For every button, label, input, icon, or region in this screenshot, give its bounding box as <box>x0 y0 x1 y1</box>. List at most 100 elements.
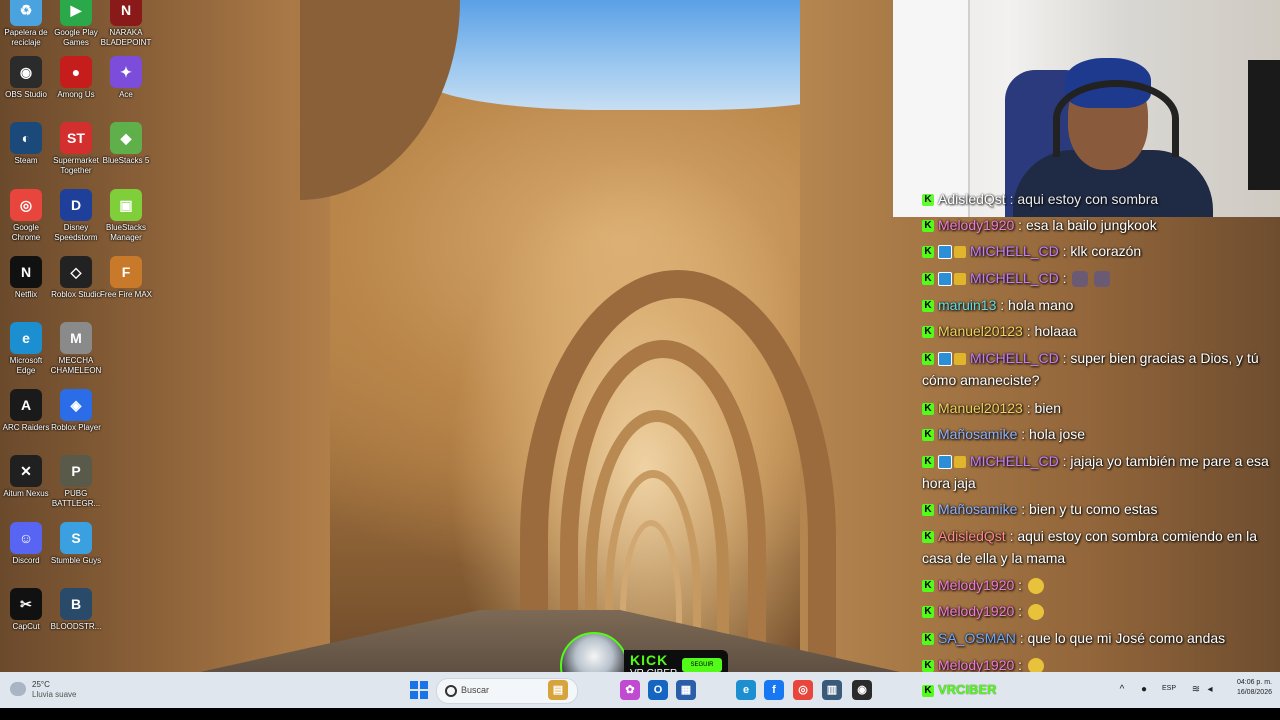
desktop-icon-recycle-bin[interactable]: ♻ Papelera de reciclaje <box>0 0 52 48</box>
chat-username: Melody1920 <box>938 217 1015 233</box>
microphone-icon[interactable]: ● <box>1138 684 1150 696</box>
clock[interactable]: 04:06 p. m. 16/08/2026 <box>1228 678 1272 698</box>
among-us-icon: ● <box>60 56 92 88</box>
desktop-icon-pubg[interactable]: P PUBG BATTLEGR... <box>50 455 102 509</box>
chat-text: : esa la bailo jungkook <box>1014 217 1157 233</box>
desktop-icon-edge[interactable]: e Microsoft Edge <box>0 322 52 376</box>
desktop-icon-google-play-games[interactable]: ▶ Google Play Games <box>50 0 102 48</box>
ace-icon: ✦ <box>110 56 142 88</box>
desktop-icon-stumble-guys[interactable]: S Stumble Guys <box>50 522 102 566</box>
desktop-icon-label: Netflix <box>14 290 38 299</box>
chat-message: K Manuel20123 : bien <box>922 397 1278 419</box>
desktop-icon-roblox-player[interactable]: ◈ Roblox Player <box>50 389 102 433</box>
chat-message: K Mañosamike : hola jose <box>922 423 1278 445</box>
chat-username: Manuel20123 <box>938 400 1023 416</box>
desktop-icon-bluestacks-manager[interactable]: ▣ BlueStacks Manager <box>100 189 152 243</box>
emoji-emote-icon <box>1028 658 1045 672</box>
desktop-icon-naraka[interactable]: N NARAKA BLADEPOINT <box>100 0 152 48</box>
chat-message: K Mañosamike : bien y tu como estas <box>922 498 1278 520</box>
taskbar-facebook-icon[interactable]: f <box>764 680 784 700</box>
kick-badge-icon: K <box>922 684 934 697</box>
language-indicator[interactable]: ESP <box>1162 685 1176 692</box>
chat-username: Melody1920 <box>938 603 1015 619</box>
desktop-icon-free-fire-max[interactable]: F Free Fire MAX <box>100 256 152 300</box>
webcam-headset <box>1053 80 1179 157</box>
taskbar-files-app-icon[interactable]: ▤ <box>548 680 568 700</box>
screen-bottom-bar <box>0 708 1280 720</box>
desktop-icon-arc-raiders[interactable]: A ARC Raiders <box>0 389 52 433</box>
chevron-up-icon[interactable]: ^ <box>1116 684 1128 696</box>
desktop-icon-ace[interactable]: ✦ Ace <box>100 56 152 100</box>
crown-badge-icon <box>954 246 966 259</box>
moderator-badge-icon <box>938 272 952 287</box>
desktop-icon-meccha-chameleon[interactable]: M MECCHA CHAMELEON <box>50 322 102 376</box>
desktop-icon-chrome[interactable]: ◎ Google Chrome <box>0 189 52 243</box>
aitum-nexus-icon: ✕ <box>10 455 42 487</box>
kick-badge-icon: K <box>922 273 934 286</box>
chat-message: K AdisledQst : aqui estoy con sombra comi… <box>922 525 1278 569</box>
desktop-icon-label: ARC Raiders <box>2 423 50 432</box>
desktop-icon-capcut[interactable]: ✂ CapCut <box>0 588 52 632</box>
taskbar-outlook-icon[interactable]: O <box>648 680 668 700</box>
kick-badge-icon: K <box>922 660 934 672</box>
chat-message: K Melody1920 : <box>922 600 1278 622</box>
kick-badge-icon: K <box>922 633 934 646</box>
arc-raiders-icon: A <box>10 389 42 421</box>
taskbar-store-icon[interactable]: ▦ <box>676 680 696 700</box>
windows-logo-icon <box>410 691 418 699</box>
chat-text: : que lo que mi José como andas <box>1015 630 1226 646</box>
chat-username: Mañosamike <box>938 426 1018 442</box>
wifi-icon[interactable]: ≋ <box>1190 684 1202 696</box>
pubg-icon: P <box>60 455 92 487</box>
taskbar-notepad-icon[interactable]: ▥ <box>822 680 842 700</box>
chat-message: K Manuel20123 : holaaa <box>922 320 1278 342</box>
chat-username: MICHELL_CD <box>970 453 1059 469</box>
desktop-icon-label: Among Us <box>57 90 95 99</box>
edge-icon: e <box>10 322 42 354</box>
desktop-icon-aitum-nexus[interactable]: ✕ Aitum Nexus <box>0 455 52 499</box>
desktop-icon-obs[interactable]: ◉ OBS Studio <box>0 56 52 100</box>
webcam-door <box>893 0 970 217</box>
supermarket-together-icon: ST <box>60 122 92 154</box>
kick-follow-button: SEGUIR <box>682 658 722 672</box>
chat-message: K Melody1920 : <box>922 654 1278 672</box>
desktop-icon-label: Roblox Player <box>51 423 101 432</box>
desktop-icon-disney-speedstorm[interactable]: D Disney Speedstorm <box>50 189 102 243</box>
chat-text: : <box>1014 657 1023 672</box>
chat-username: Manuel20123 <box>938 323 1023 339</box>
desktop-icon-bluestacks-5[interactable]: ◆ BlueStacks 5 <box>100 122 152 166</box>
desktop-icon-steam[interactable]: ◐ Steam <box>0 122 52 166</box>
chat-text: : bien <box>1022 400 1061 416</box>
taskbar-copilot-icon[interactable]: ✿ <box>620 680 640 700</box>
chat-message-partial: K AdisledQst : aqui estoy con sombra <box>922 190 1278 210</box>
desktop-icon-netflix[interactable]: N Netflix <box>0 256 52 300</box>
taskbar-edge-icon[interactable]: e <box>736 680 756 700</box>
face-emote-icon <box>1072 271 1089 288</box>
emoji-emote-icon <box>1028 604 1045 621</box>
desktop-icon-roblox-studio[interactable]: ◇ Roblox Studio <box>50 256 102 300</box>
taskbar-obs-icon[interactable]: ◉ <box>852 680 872 700</box>
desktop-icon-label: Microsoft Edge <box>9 356 43 375</box>
start-button[interactable] <box>410 681 428 699</box>
desktop-icon-supermarket-together[interactable]: ST Supermarket Together <box>50 122 102 176</box>
taskbar-chrome-icon[interactable]: ◎ <box>793 680 813 700</box>
desktop-icon-among-us[interactable]: ● Among Us <box>50 56 102 100</box>
recycle-bin-icon: ♻ <box>10 0 42 26</box>
desktop-icon-label: Google Chrome <box>11 223 41 242</box>
desktop-icon-label: Papelera de reciclaje <box>4 28 48 47</box>
kick-badge-icon: K <box>922 300 934 313</box>
emoji-emote-icon <box>1028 578 1045 595</box>
steam-icon: ◐ <box>10 122 42 154</box>
desktop-icon-label: OBS Studio <box>5 90 47 99</box>
chat-username: MICHELL_CD <box>970 243 1059 259</box>
system-tray: ^ ● ESP ≋ ◂ 04:06 p. m. 16/08/2026 <box>1112 672 1280 708</box>
desktop-icon-bloodstrike[interactable]: B BLOODSTR... <box>50 588 102 632</box>
chat-username: Melody1920 <box>938 657 1015 672</box>
chat-text: : hola jose <box>1017 426 1086 442</box>
obs-icon: ◉ <box>10 56 42 88</box>
desktop-icon-discord[interactable]: ☺ Discord <box>0 522 52 566</box>
windows-logo-icon <box>420 691 428 699</box>
bloodstrike-icon: B <box>60 588 92 620</box>
volume-icon[interactable]: ◂ <box>1204 684 1216 696</box>
chat-text: : hola mano <box>996 297 1074 313</box>
